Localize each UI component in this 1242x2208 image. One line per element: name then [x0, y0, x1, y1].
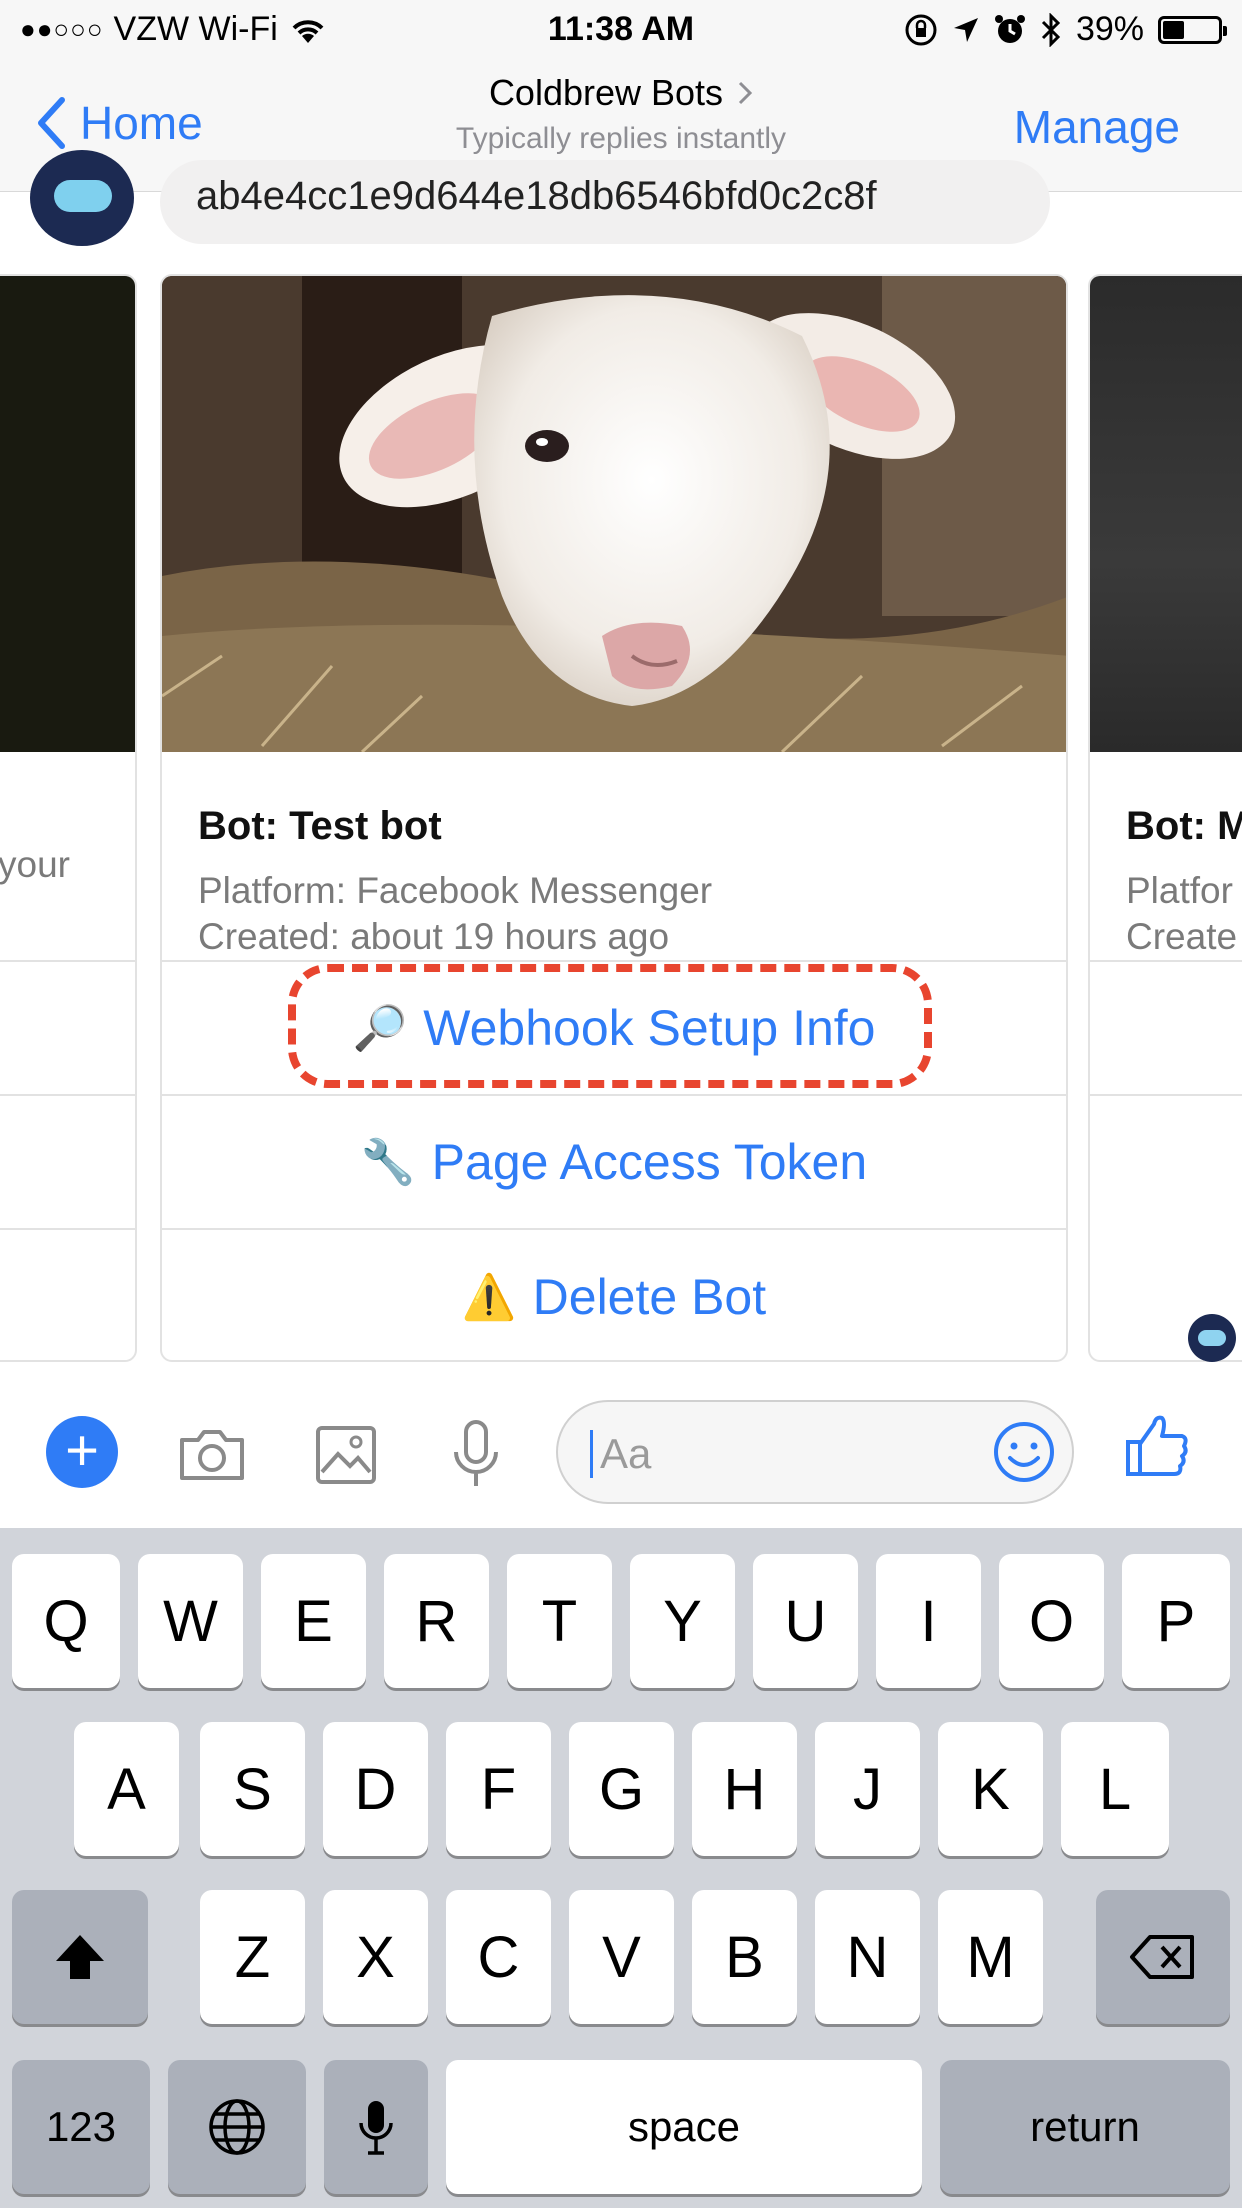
status-icons: 39%: [904, 10, 1227, 49]
space-key[interactable]: space: [446, 2060, 922, 2194]
key-r[interactable]: R: [384, 1554, 489, 1688]
key-z[interactable]: Z: [200, 1890, 305, 2024]
key-v[interactable]: V: [569, 1890, 674, 2024]
text-caret: [590, 1430, 593, 1478]
battery-percent: 39%: [1075, 10, 1144, 48]
bot-card-info: Bot: Test bot Platform: Facebook Messeng…: [162, 752, 1066, 962]
key-e[interactable]: E: [261, 1554, 366, 1688]
rotation-lock-icon: [905, 14, 937, 45]
page-access-token-button[interactable]: 🔧 Page Access Token: [162, 1096, 1066, 1230]
card-button[interactable]: [0, 1096, 135, 1230]
message-bubble: ab4e4cc1e9d644e18db6546bfd0c2c8f: [160, 160, 1050, 244]
bot-card-previous[interactable]: your: [0, 274, 137, 1362]
message-input[interactable]: Aa: [556, 1400, 1074, 1504]
bot-card-image: [0, 276, 135, 752]
key-i[interactable]: I: [876, 1554, 981, 1688]
delete-bot-button[interactable]: ⚠️ Delete Bot: [162, 1230, 1066, 1360]
key-x[interactable]: X: [323, 1890, 428, 2024]
magnifier-icon: 🔎: [352, 1004, 408, 1053]
button-label: Page Access Token: [431, 1134, 868, 1190]
key-m[interactable]: M: [938, 1890, 1043, 2024]
key-f[interactable]: F: [446, 1722, 551, 1856]
key-o[interactable]: O: [999, 1554, 1104, 1688]
globe-icon: [209, 2099, 265, 2155]
battery-icon: [1158, 15, 1227, 44]
key-n[interactable]: N: [815, 1890, 920, 2024]
key-g[interactable]: G: [569, 1722, 674, 1856]
battery-level: [1163, 20, 1184, 39]
key-b[interactable]: B: [692, 1890, 797, 2024]
camera-icon[interactable]: [176, 1418, 248, 1490]
webhook-setup-info-button[interactable]: 🔎 Webhook Setup Info: [162, 962, 1066, 1096]
bot-card-description: your: [0, 844, 70, 885]
bluetooth-icon: [1041, 12, 1061, 47]
key-t[interactable]: T: [507, 1554, 612, 1688]
key-h[interactable]: H: [692, 1722, 797, 1856]
key-q[interactable]: Q: [12, 1554, 120, 1688]
microphone-icon: [359, 2101, 393, 2155]
button-label: Webhook Setup Info: [423, 1000, 876, 1056]
warning-icon: ⚠️: [461, 1273, 517, 1322]
bot-card-created: Created: about 19 hours ago: [198, 916, 670, 957]
card-button[interactable]: [1090, 962, 1242, 1096]
key-l[interactable]: L: [1061, 1722, 1169, 1856]
thumbs-up-icon[interactable]: [1124, 1412, 1190, 1478]
bot-card-image: [1090, 276, 1242, 752]
manage-button[interactable]: Manage: [1014, 100, 1180, 154]
chevron-right-icon: [738, 81, 753, 105]
key-a[interactable]: A: [74, 1722, 179, 1856]
backspace-icon: [1130, 1935, 1194, 1979]
key-j[interactable]: J: [815, 1722, 920, 1856]
alarm-icon: [994, 14, 1025, 43]
lamb-photo-icon: [162, 276, 1066, 752]
card-button[interactable]: [1090, 1096, 1242, 1230]
message-placeholder: Aa: [600, 1430, 652, 1477]
dictation-key[interactable]: [324, 2060, 428, 2194]
return-key[interactable]: return: [940, 2060, 1230, 2194]
keyboard: Q W E R T Y U I O P A S D F G H J K L Z …: [0, 1528, 1242, 2208]
bot-card-title: Bot: Test bot: [198, 804, 442, 848]
button-label: Delete Bot: [532, 1269, 767, 1325]
message-text: ab4e4cc1e9d644e18db6546bfd0c2c8f: [196, 174, 877, 218]
bot-card-info: your: [0, 752, 135, 962]
bot-card-platform: Platfor: [1126, 870, 1233, 911]
card-button[interactable]: [0, 962, 135, 1096]
key-u[interactable]: U: [753, 1554, 858, 1688]
bot-card-info: Bot: M Platfor Create: [1090, 752, 1242, 962]
key-k[interactable]: K: [938, 1722, 1043, 1856]
shift-key[interactable]: [12, 1890, 148, 2024]
page-title: Coldbrew Bots: [488, 72, 724, 113]
bot-card-title: Bot: M: [1126, 804, 1242, 848]
image-icon[interactable]: [310, 1418, 382, 1490]
numbers-key[interactable]: 123: [12, 2060, 150, 2194]
backspace-key[interactable]: [1096, 1890, 1230, 2024]
bot-avatar: [30, 150, 134, 246]
bot-card-platform: Platform: Facebook Messenger: [198, 870, 713, 911]
key-c[interactable]: C: [446, 1890, 551, 2024]
key-d[interactable]: D: [323, 1722, 428, 1856]
location-icon: [953, 17, 978, 42]
wrench-icon: 🔧: [360, 1138, 416, 1187]
emoji-icon[interactable]: [992, 1420, 1056, 1484]
plus-icon[interactable]: +: [46, 1416, 118, 1488]
key-w[interactable]: W: [138, 1554, 243, 1688]
key-y[interactable]: Y: [630, 1554, 735, 1688]
bot-card-created: Create: [1126, 916, 1238, 957]
status-bar: ●●○○○ VZW Wi-Fi 11:38 AM 39%: [0, 0, 1242, 60]
microphone-icon[interactable]: [440, 1418, 512, 1490]
bot-card-test-bot: Bot: Test bot Platform: Facebook Messeng…: [160, 274, 1068, 1362]
bot-avatar-small: [1188, 1314, 1236, 1362]
bot-card-next[interactable]: Bot: M Platfor Create: [1088, 274, 1242, 1362]
shift-arrow-icon: [56, 1935, 104, 1979]
key-s[interactable]: S: [200, 1722, 305, 1856]
lamb-image: [162, 276, 1066, 752]
card-button[interactable]: [0, 1230, 135, 1360]
message-composer: + Aa: [0, 1392, 1242, 1528]
key-p[interactable]: P: [1122, 1554, 1230, 1688]
globe-key[interactable]: [168, 2060, 306, 2194]
